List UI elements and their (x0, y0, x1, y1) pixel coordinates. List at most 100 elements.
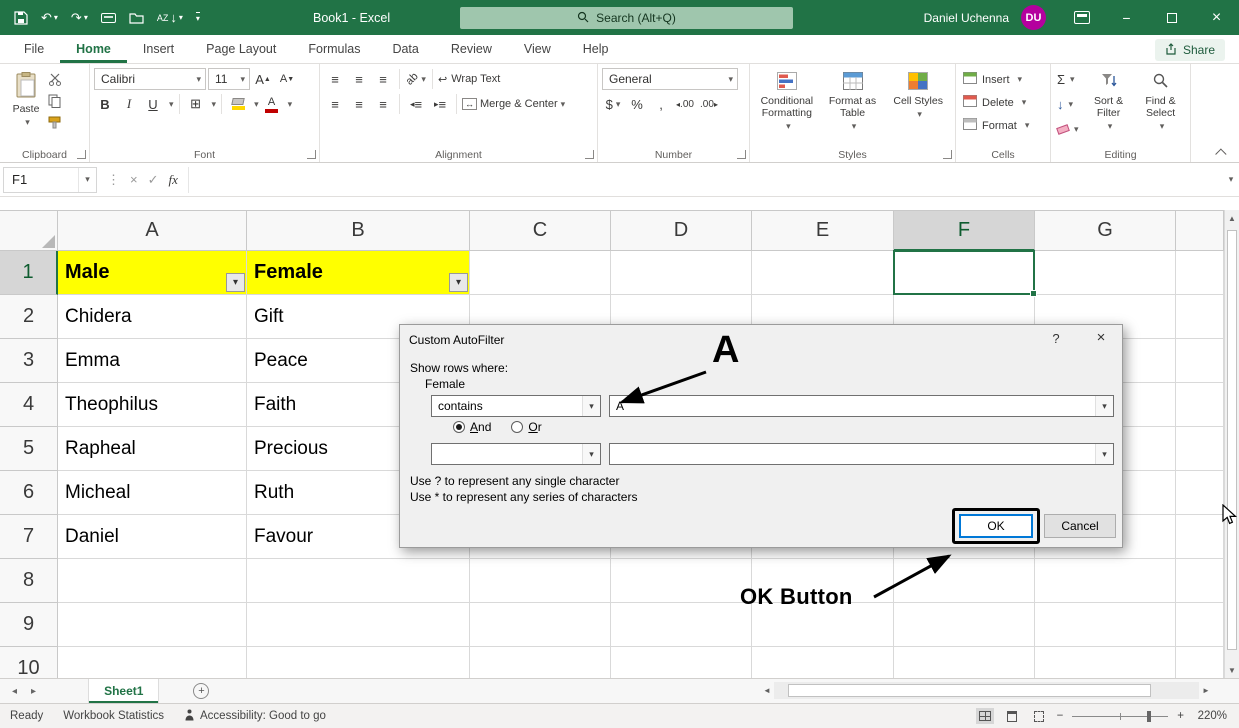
cell-C9[interactable] (470, 603, 611, 647)
align-middle-icon[interactable]: ≡ (348, 68, 370, 90)
tab-help[interactable]: Help (567, 35, 625, 63)
cell-partial-9[interactable] (1176, 603, 1224, 647)
cell-partial-8[interactable] (1176, 559, 1224, 603)
or-radio[interactable]: Or (511, 420, 541, 434)
page-layout-view-icon[interactable] (1003, 708, 1021, 724)
dialog-close-icon[interactable]: × (1090, 329, 1112, 346)
select-all-corner[interactable] (0, 211, 58, 251)
grow-font-icon[interactable]: A▲ (252, 68, 274, 90)
ok-button[interactable]: OK (959, 514, 1033, 538)
insert-function-icon[interactable]: fx (169, 172, 178, 188)
cell-partial-10[interactable] (1176, 647, 1224, 678)
format-painter-icon[interactable] (48, 116, 64, 134)
cell-A2[interactable]: Chidera (58, 295, 247, 339)
row-header-9[interactable]: 9 (0, 603, 58, 647)
value2-combo[interactable]: ▾ (609, 443, 1114, 465)
cell-partial-1[interactable] (1176, 251, 1224, 295)
insert-cells-button[interactable]: Insert ▾ (960, 68, 1046, 91)
touch-mode-icon[interactable] (101, 13, 116, 23)
tab-view[interactable]: View (508, 35, 567, 63)
column-header-partial[interactable] (1176, 211, 1224, 251)
cell-A10[interactable] (58, 647, 247, 678)
cell-C8[interactable] (470, 559, 611, 603)
formula-input[interactable] (188, 167, 1223, 193)
tab-home[interactable]: Home (60, 35, 127, 63)
underline-button[interactable]: U (142, 93, 164, 115)
number-format-combo[interactable]: General ▾ (602, 68, 738, 90)
minimize-button[interactable]: − (1104, 0, 1149, 35)
scroll-up-icon[interactable]: ▲ (1225, 210, 1239, 226)
cell-C10[interactable] (470, 647, 611, 678)
tab-data[interactable]: Data (376, 35, 434, 63)
cell-G10[interactable] (1035, 647, 1176, 678)
row-header-5[interactable]: 5 (0, 427, 58, 471)
copy-icon[interactable] (48, 94, 64, 113)
column-header-E[interactable]: E (752, 211, 894, 251)
sort-filter-button[interactable]: Sort & Filter ▾ (1085, 68, 1133, 141)
orientation-icon[interactable]: ab▾ (405, 68, 427, 90)
format-as-table-button[interactable]: Format as Table ▾ (820, 68, 886, 146)
accessibility-status[interactable]: Accessibility: Good to go (184, 709, 326, 724)
scroll-down-icon[interactable]: ▼ (1225, 662, 1239, 678)
cell-F10[interactable] (894, 647, 1035, 678)
zoom-in-icon[interactable]: + (1177, 710, 1184, 722)
cancel-button[interactable]: Cancel (1044, 514, 1116, 538)
fill-color-icon[interactable] (227, 93, 249, 115)
scroll-left-icon[interactable]: ◄ (760, 686, 774, 695)
sheet-tab-sheet1[interactable]: Sheet1 (88, 679, 159, 703)
undo-icon[interactable]: ↶▾ (41, 10, 58, 26)
cell-B10[interactable] (247, 647, 470, 678)
cell-F1[interactable] (894, 251, 1035, 295)
column-header-F[interactable]: F (894, 211, 1035, 251)
font-size-combo[interactable]: 11 ▾ (208, 68, 250, 90)
normal-view-icon[interactable] (976, 708, 994, 724)
cell-G1[interactable] (1035, 251, 1176, 295)
row-header-1[interactable]: 1 (0, 251, 58, 295)
cell-styles-button[interactable]: Cell Styles ▾ (885, 68, 951, 146)
tab-insert[interactable]: Insert (127, 35, 190, 63)
wrap-text-button[interactable]: ↩ Wrap Text (438, 68, 500, 90)
font-dialog-launcher[interactable] (307, 150, 316, 159)
row-header-3[interactable]: 3 (0, 339, 58, 383)
column-header-A[interactable]: A (58, 211, 247, 251)
cell-F9[interactable] (894, 603, 1035, 647)
enter-entry-icon[interactable]: ✓ (148, 172, 159, 188)
cell-E10[interactable] (752, 647, 894, 678)
alignment-dialog-launcher[interactable] (585, 150, 594, 159)
fill-handle[interactable] (1030, 290, 1037, 297)
percent-style-icon[interactable]: % (626, 93, 648, 115)
tab-review[interactable]: Review (435, 35, 508, 63)
row-header-6[interactable]: 6 (0, 471, 58, 515)
tab-formulas[interactable]: Formulas (292, 35, 376, 63)
align-top-icon[interactable]: ≡ (324, 68, 346, 90)
row-header-4[interactable]: 4 (0, 383, 58, 427)
row-header-7[interactable]: 7 (0, 515, 58, 559)
column-header-D[interactable]: D (611, 211, 752, 251)
open-file-icon[interactable] (129, 12, 144, 24)
cell-A9[interactable] (58, 603, 247, 647)
customize-qat-icon[interactable]: ▾ (196, 12, 200, 23)
cell-A4[interactable]: Theophilus (58, 383, 247, 427)
cell-G9[interactable] (1035, 603, 1176, 647)
row-header-10[interactable]: 10 (0, 647, 58, 678)
align-center-icon[interactable]: ≡ (348, 93, 370, 115)
column-header-B[interactable]: B (247, 211, 470, 251)
decrease-indent-icon[interactable]: ◂≡ (405, 93, 427, 115)
expand-formula-bar-icon[interactable]: ▾ (1223, 174, 1239, 185)
delete-cells-button[interactable]: Delete ▾ (960, 91, 1046, 114)
cell-A8[interactable] (58, 559, 247, 603)
workbook-statistics[interactable]: Workbook Statistics (63, 710, 164, 722)
save-icon[interactable] (14, 11, 28, 25)
cell-A1[interactable]: Male▾ (58, 251, 247, 295)
avatar[interactable]: DU (1021, 5, 1046, 30)
align-bottom-icon[interactable]: ≡ (372, 68, 394, 90)
filter-button-B1[interactable]: ▾ (449, 273, 468, 292)
cell-E1[interactable] (752, 251, 894, 295)
find-select-button[interactable]: Find & Select ▾ (1137, 68, 1185, 141)
scroll-right-icon[interactable]: ► (1199, 686, 1213, 695)
prev-sheet-icon[interactable]: ◂ (12, 686, 17, 697)
zoom-percentage[interactable]: 220% (1193, 710, 1227, 722)
filter-button-A1[interactable]: ▾ (226, 273, 245, 292)
cell-A7[interactable]: Daniel (58, 515, 247, 559)
underline-chevron-icon[interactable]: ▾ (169, 99, 174, 110)
